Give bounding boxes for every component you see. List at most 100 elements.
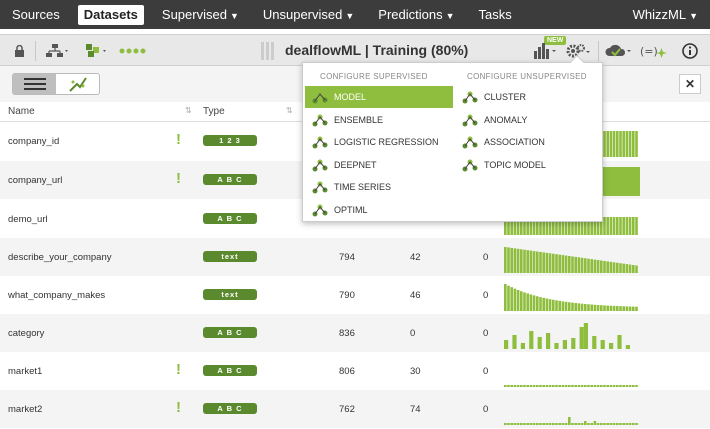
type-badge: text bbox=[203, 251, 257, 262]
sparkline-bar bbox=[593, 259, 597, 273]
menu-item-association[interactable]: ASSOCIATION bbox=[455, 131, 603, 153]
field-name[interactable]: what_company_makes bbox=[8, 290, 105, 301]
sparkline-bar bbox=[574, 303, 577, 311]
menu-item-model[interactable]: MODEL bbox=[305, 86, 453, 108]
type-badge: A B C bbox=[203, 213, 257, 224]
sparkline-bar bbox=[558, 254, 561, 273]
count-value: 790 bbox=[339, 290, 355, 301]
sort-icon[interactable]: ⇅ bbox=[185, 106, 192, 115]
sparkline-bar bbox=[632, 265, 635, 273]
sparkline-bar bbox=[577, 303, 581, 311]
missing-value: 74 bbox=[410, 404, 421, 415]
table-row[interactable]: market2! A B C 762 74 0 bbox=[0, 390, 710, 428]
sparkline-bar bbox=[577, 423, 581, 425]
menu-item-ensemble[interactable]: ENSEMBLE bbox=[305, 109, 453, 131]
field-name[interactable]: market1 bbox=[8, 366, 42, 377]
nav-unsupervised[interactable]: Unsupervised ▼ bbox=[251, 0, 366, 29]
field-name[interactable]: market2 bbox=[8, 404, 42, 415]
table-row[interactable]: what_company_makes text 790 46 0 bbox=[0, 276, 710, 314]
sparkline-bar bbox=[590, 385, 593, 387]
sparkline-bar bbox=[622, 263, 625, 273]
info-icon[interactable] bbox=[681, 41, 699, 61]
sparkline-bar bbox=[592, 336, 597, 349]
field-name[interactable]: category bbox=[8, 328, 44, 339]
sparkline-bar bbox=[625, 264, 629, 273]
nav-user-menu[interactable]: WhizzML ▼ bbox=[621, 0, 710, 29]
table-row[interactable]: describe_your_company text 794 42 0 bbox=[0, 238, 710, 276]
nav-datasets[interactable]: Datasets bbox=[77, 4, 144, 25]
sparkline-bar bbox=[523, 423, 526, 425]
table-row[interactable]: market1! A B C 806 30 0 bbox=[0, 352, 710, 390]
sparkline-bar bbox=[580, 423, 584, 425]
logistic-regression-icon bbox=[312, 136, 328, 149]
sparkline-bar bbox=[625, 423, 629, 425]
sparkline-bar bbox=[616, 385, 619, 387]
column-header-name[interactable]: Name bbox=[8, 106, 35, 117]
nav-tasks[interactable]: Tasks bbox=[467, 0, 524, 29]
dataset-icon bbox=[258, 41, 278, 61]
menu-item-deepnet[interactable]: DEEPNET bbox=[305, 154, 453, 176]
cluster-icon bbox=[462, 91, 478, 104]
sparkline-bar bbox=[558, 385, 561, 387]
sparkline-bar bbox=[558, 300, 561, 311]
scatterplot-view-button[interactable] bbox=[56, 74, 99, 94]
sparkline-bar bbox=[606, 423, 609, 425]
sparkline-bar bbox=[507, 285, 510, 311]
nav-sources[interactable]: Sources bbox=[0, 0, 72, 29]
sparkline-bar bbox=[609, 305, 613, 311]
menu-item-logistic-regression[interactable]: LOGISTIC REGRESSION bbox=[305, 131, 453, 153]
field-name[interactable]: company_id bbox=[8, 136, 59, 147]
list-view-button[interactable] bbox=[13, 74, 56, 94]
field-name[interactable]: demo_url bbox=[8, 214, 48, 225]
menu-item-optiml[interactable]: OPTIML bbox=[305, 199, 453, 221]
sparkline-bar bbox=[580, 385, 584, 387]
nav-supervised[interactable]: Supervised ▼ bbox=[150, 0, 251, 29]
warning-icon[interactable]: ! bbox=[176, 170, 181, 187]
sparkline-bar bbox=[568, 302, 571, 311]
sparkline-bar bbox=[628, 217, 632, 235]
sparkline-bar bbox=[587, 385, 590, 387]
sparkline-bar bbox=[587, 304, 590, 311]
sparkline-bar bbox=[577, 385, 581, 387]
menu-item-topic-model[interactable]: TOPIC MODEL bbox=[455, 154, 603, 176]
field-name[interactable]: describe_your_company bbox=[8, 252, 112, 263]
sort-icon[interactable]: ⇅ bbox=[286, 106, 293, 115]
field-name[interactable]: company_url bbox=[8, 175, 62, 186]
sparkline-bar bbox=[571, 256, 574, 273]
sparkline-bar bbox=[520, 423, 523, 425]
cloud-action-icon[interactable] bbox=[604, 41, 634, 61]
sparkline-bar bbox=[507, 385, 510, 387]
sparkline-bar bbox=[593, 421, 597, 425]
errors-value: 0 bbox=[483, 252, 489, 263]
dataset-sample-icon[interactable] bbox=[84, 41, 110, 61]
bar-chart-icon[interactable] bbox=[532, 41, 560, 61]
count-value: 794 bbox=[339, 252, 355, 263]
formula-icon[interactable]: (=) bbox=[639, 41, 669, 61]
sparkline-bar bbox=[512, 335, 517, 349]
sparkline-bar bbox=[513, 423, 517, 425]
lock-icon[interactable] bbox=[12, 41, 26, 61]
sparkline-bar bbox=[510, 423, 513, 425]
column-header-type[interactable]: Type bbox=[203, 106, 225, 117]
close-search-button[interactable]: ✕ bbox=[679, 74, 701, 94]
anomaly-icon bbox=[462, 114, 478, 126]
sparkline-bar bbox=[552, 423, 555, 425]
nav-predictions[interactable]: Predictions ▼ bbox=[366, 0, 466, 29]
type-badge: A B C bbox=[203, 365, 257, 376]
sparkline-bar bbox=[622, 423, 625, 425]
warning-icon[interactable]: ! bbox=[176, 399, 181, 416]
sparkline-bar bbox=[516, 289, 520, 311]
table-row[interactable]: category A B C 836 0 0 bbox=[0, 314, 710, 352]
sparkline-bar bbox=[516, 423, 520, 425]
menu-item-time-series[interactable]: TIME SERIES bbox=[305, 176, 453, 198]
menu-item-anomaly[interactable]: ANOMALY bbox=[455, 109, 603, 131]
distribution-sparkline bbox=[504, 417, 638, 425]
sparkline-bar bbox=[520, 343, 525, 349]
sparkline-bar bbox=[546, 333, 551, 349]
warning-icon[interactable]: ! bbox=[176, 131, 181, 148]
sparkline-bar bbox=[552, 253, 555, 273]
menu-item-cluster[interactable]: CLUSTER bbox=[455, 86, 603, 108]
sparkline-bar bbox=[587, 258, 590, 273]
warning-icon[interactable]: ! bbox=[176, 361, 181, 378]
tree-icon[interactable] bbox=[45, 41, 71, 61]
